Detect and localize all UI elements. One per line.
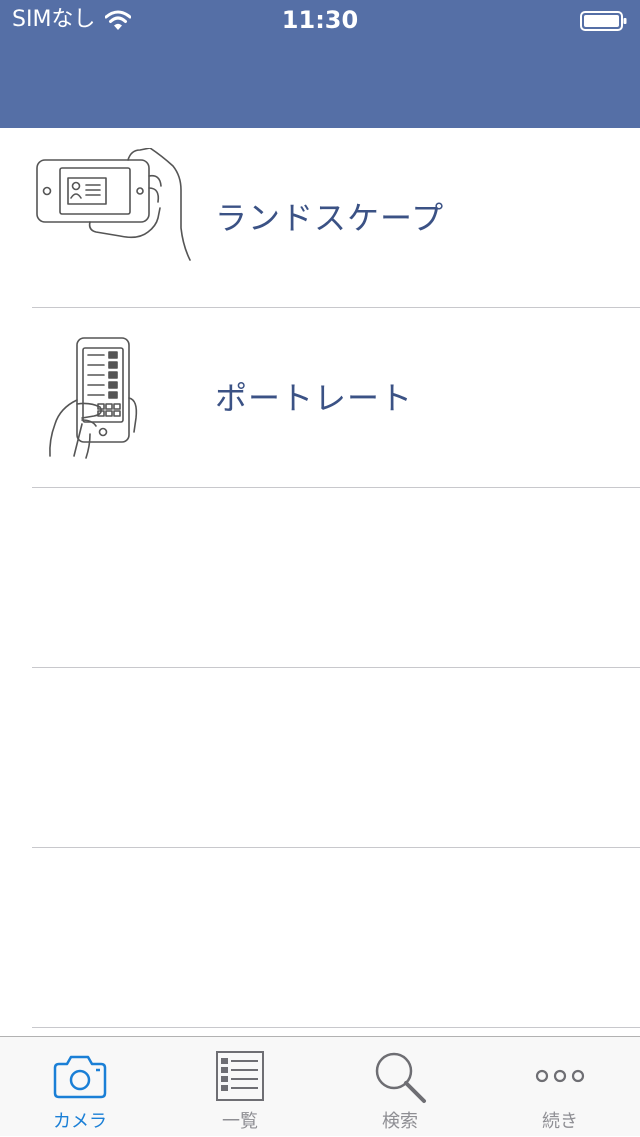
- portrait-phone-icon: [49, 337, 138, 459]
- tab-label: カメラ: [53, 1111, 107, 1132]
- more-icon: [535, 1069, 585, 1083]
- orientation-list: ランドスケープ ポートレート: [0, 128, 640, 1036]
- list-icon: [216, 1051, 264, 1101]
- row-divider: [32, 1027, 640, 1028]
- tab-more[interactable]: 続き: [480, 1037, 640, 1137]
- camera-icon: [53, 1055, 107, 1099]
- list-item-label: ポートレート: [215, 379, 414, 417]
- status-time: 11:30: [281, 6, 359, 34]
- battery-icon: [580, 11, 627, 31]
- tab-label: 検索: [382, 1111, 418, 1132]
- tab-label: 続き: [542, 1111, 578, 1132]
- landscape-phone-icon: [36, 148, 191, 261]
- tab-camera[interactable]: カメラ: [0, 1037, 160, 1137]
- tab-label: 一覧: [222, 1111, 258, 1132]
- list-item-empty: [0, 668, 640, 848]
- list-item-landscape[interactable]: ランドスケープ: [0, 128, 640, 308]
- status-bar: SIMなし 11:30: [0, 0, 640, 40]
- search-icon: [375, 1052, 426, 1103]
- list-item-empty: [0, 488, 640, 668]
- tab-list[interactable]: 一覧: [160, 1037, 320, 1137]
- list-item-portrait[interactable]: ポートレート: [0, 308, 640, 488]
- navigation-header: SIMなし 11:30: [0, 0, 640, 128]
- tab-bar: カメラ 一覧 検索 続き: [0, 1036, 640, 1136]
- tab-search[interactable]: 検索: [320, 1037, 480, 1137]
- list-item-label: ランドスケープ: [215, 199, 445, 237]
- list-item-empty: [0, 848, 640, 1028]
